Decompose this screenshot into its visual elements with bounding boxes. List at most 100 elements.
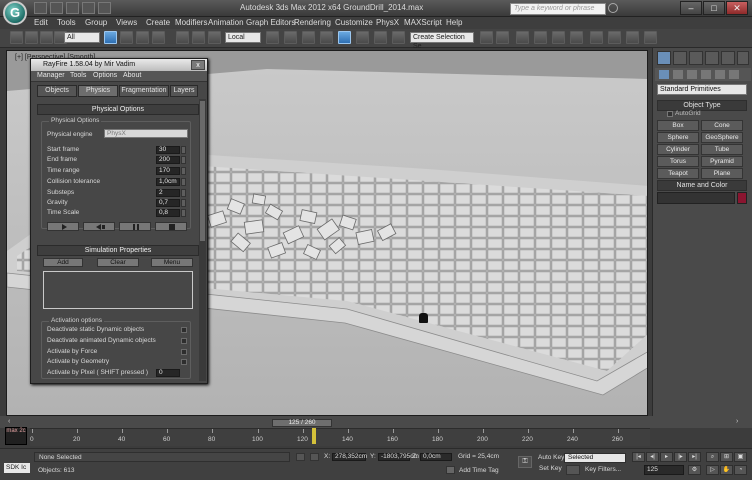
open-file-icon[interactable] (50, 2, 63, 14)
hierarchy-tab-icon[interactable] (689, 51, 703, 65)
search-icon[interactable] (608, 3, 618, 13)
time-slider-thumb[interactable]: 125 / 260 (272, 419, 332, 427)
display-tab-icon[interactable] (721, 51, 735, 65)
cylinder-button[interactable]: Cylinder (657, 144, 699, 155)
menu-physx[interactable]: PhysX (376, 17, 399, 29)
set-key-button[interactable]: Set Key (539, 465, 562, 472)
zoom-all-icon[interactable]: ⊞ (720, 452, 733, 462)
menu-maxscript[interactable]: MAXScript (404, 17, 442, 29)
rayfire-scroll-thumb[interactable] (200, 101, 205, 241)
zoom-icon[interactable]: ⌕ (706, 452, 719, 462)
reference-coord-dropdown[interactable]: Local (225, 32, 261, 43)
rayfire-title[interactable]: RayFire 1.58.04 by Mir Vadim (31, 59, 207, 71)
create-tab-icon[interactable] (657, 51, 671, 65)
menu-graph-editors[interactable]: Graph Editors (246, 17, 295, 29)
link-icon[interactable] (40, 31, 53, 44)
cone-button[interactable]: Cone (701, 120, 743, 131)
time-range-input[interactable]: 170 (156, 167, 180, 175)
start-frame-input[interactable]: 30 (156, 146, 180, 154)
app-logo-icon[interactable]: G (3, 1, 27, 25)
search-input[interactable]: Type a keyword or phrase (510, 3, 606, 15)
tab-objects[interactable]: Objects (37, 85, 77, 97)
auto-key-button[interactable]: Auto Key (538, 454, 564, 461)
collision-tolerance-input[interactable]: 1,0cm (156, 178, 180, 186)
substeps-input[interactable]: 2 (156, 189, 180, 197)
pyramid-button[interactable]: Pyramid (701, 156, 743, 167)
helpers-icon[interactable] (715, 70, 725, 79)
end-frame-input[interactable]: 200 (156, 156, 180, 164)
mirror-icon[interactable] (480, 31, 493, 44)
tube-button[interactable]: Tube (701, 144, 743, 155)
pivot-center-icon[interactable] (266, 31, 279, 44)
schematic-view-icon[interactable] (570, 31, 583, 44)
lock-selection-icon[interactable] (296, 453, 305, 461)
spinner-snap-icon[interactable] (374, 31, 387, 44)
space-warps-icon[interactable] (729, 70, 739, 79)
tab-physics[interactable]: Physics (78, 85, 118, 97)
set-key-icon[interactable]: ⚿ (518, 456, 532, 468)
selection-filter-dropdown[interactable]: All (64, 32, 100, 43)
gravity-spinner[interactable] (181, 199, 186, 207)
absolute-mode-icon[interactable] (310, 453, 319, 461)
plane-button[interactable]: Plane (701, 168, 743, 179)
rendered-frame-icon[interactable] (626, 31, 639, 44)
time-tag-icon[interactable] (446, 466, 455, 474)
pan-icon[interactable]: ✋ (720, 465, 733, 475)
substeps-spinner[interactable] (181, 189, 186, 197)
object-color-swatch[interactable] (737, 192, 747, 204)
named-selection-dropdown[interactable]: Create Selection Se (410, 32, 474, 50)
teapot-button[interactable]: Teapot (657, 168, 699, 179)
autogrid-checkbox[interactable] (667, 111, 673, 117)
rayfire-menu-about[interactable]: About (123, 72, 141, 79)
menu-help[interactable]: Help (446, 17, 462, 29)
undo-tool-icon[interactable] (10, 31, 23, 44)
end-frame-spinner[interactable] (181, 156, 186, 164)
rect-selection-icon[interactable] (136, 31, 149, 44)
select-manipulate-icon[interactable] (284, 31, 297, 44)
activate-by-pixel-input[interactable]: 0 (156, 369, 180, 377)
next-frame-arrow-icon[interactable]: › (736, 418, 744, 426)
menu-rendering[interactable]: Rendering (294, 17, 331, 29)
save-file-icon[interactable] (66, 2, 79, 14)
current-frame-marker[interactable] (312, 428, 316, 444)
menu-group[interactable]: Group (85, 17, 107, 29)
current-frame-input[interactable]: 125 (644, 465, 684, 475)
rayfire-scrollbar[interactable] (199, 99, 206, 381)
menu-button[interactable]: Menu (151, 258, 193, 267)
menu-tools[interactable]: Tools (57, 17, 76, 29)
percent-snap-icon[interactable] (356, 31, 369, 44)
time-scale-input[interactable]: 0,8 (156, 209, 180, 217)
menu-create[interactable]: Create (146, 17, 170, 29)
torus-button[interactable]: Torus (657, 156, 699, 167)
next-frame-icon[interactable]: |▸ (674, 452, 687, 462)
key-filter-toggle-icon[interactable] (566, 465, 580, 475)
align-icon[interactable] (496, 31, 509, 44)
tab-fragmentation[interactable]: Fragmentation (119, 85, 169, 97)
simulation-properties-header[interactable]: Simulation Properties (37, 245, 199, 256)
edit-named-selection-icon[interactable] (392, 31, 405, 44)
timeline-ruler[interactable]: 0 20 40 60 80 100 120 140 160 180 200 22… (30, 428, 650, 446)
render-setup-icon[interactable] (608, 31, 621, 44)
play-animation-icon[interactable]: ▸ (660, 452, 673, 462)
deactivate-animated-checkbox[interactable] (181, 338, 187, 344)
add-button[interactable]: Add (43, 258, 83, 267)
render-production-icon[interactable] (644, 31, 657, 44)
time-scale-spinner[interactable] (181, 209, 186, 217)
geosphere-button[interactable]: GeoSphere (701, 132, 743, 143)
material-editor-icon[interactable] (590, 31, 603, 44)
select-object-icon[interactable] (104, 31, 117, 44)
time-range-spinner[interactable] (181, 167, 186, 175)
activate-by-force-checkbox[interactable] (181, 349, 187, 355)
maximize-button[interactable]: □ (703, 1, 725, 15)
name-color-header[interactable]: Name and Color (657, 180, 747, 191)
new-file-icon[interactable] (34, 2, 47, 14)
simulation-objects-list[interactable] (43, 271, 193, 309)
geometry-icon[interactable] (659, 70, 669, 79)
object-name-input[interactable] (657, 192, 735, 204)
collision-tolerance-spinner[interactable] (181, 178, 186, 186)
menu-views[interactable]: Views (116, 17, 137, 29)
rayfire-menu-options[interactable]: Options (93, 72, 117, 79)
select-by-name-icon[interactable] (120, 31, 133, 44)
minimize-button[interactable]: – (680, 1, 702, 15)
keyboard-shortcut-icon[interactable] (302, 31, 315, 44)
